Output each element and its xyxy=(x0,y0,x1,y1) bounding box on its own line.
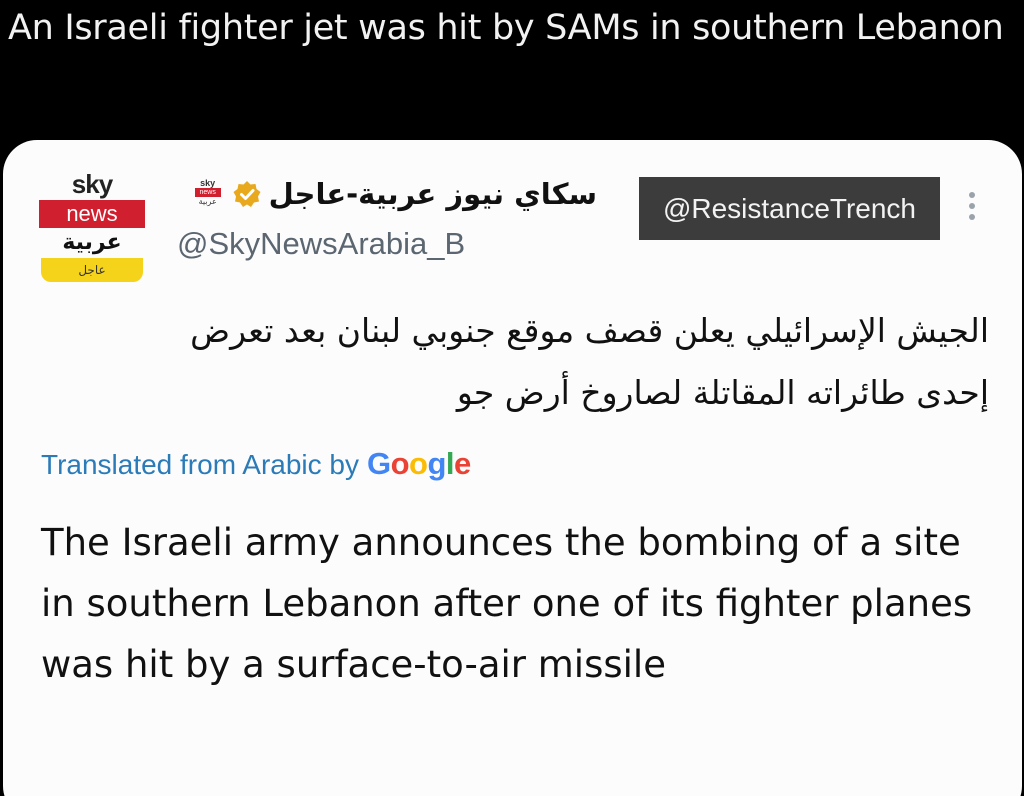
translated-label[interactable]: Translated from Arabic by xyxy=(41,449,359,481)
avatar-breaking-text: عاجل xyxy=(41,258,143,282)
affiliate-badge-icon: sky news عربية xyxy=(191,178,225,210)
google-letter: o xyxy=(409,446,428,481)
author-name-row[interactable]: sky news عربية سكاي نيوز عربية-عاجل xyxy=(191,174,597,214)
avatar-arabia-text: عربية xyxy=(62,230,122,255)
affiliate-badge-sky: sky xyxy=(200,178,216,188)
google-letter: o xyxy=(390,446,410,481)
author-handle[interactable]: @SkyNewsArabia_B xyxy=(177,224,465,264)
tweet-translated-text: The Israeli army announces the bombing o… xyxy=(41,521,973,686)
google-letter: e xyxy=(454,446,471,481)
google-letter: l xyxy=(445,446,455,481)
google-letter: g xyxy=(427,446,446,481)
more-options-icon[interactable] xyxy=(962,192,982,232)
affiliate-badge-news: news xyxy=(194,188,221,197)
tweet-original-text: الجيش الإسرائيلي يعلن قصف موقع جنوبي لبن… xyxy=(190,311,989,412)
verified-badge-icon xyxy=(233,180,261,208)
google-letter: G xyxy=(366,446,391,481)
post-caption: An Israeli fighter jet was hit by SAMs i… xyxy=(8,8,1004,48)
avatar[interactable]: sky news عربية عاجل xyxy=(39,169,145,282)
avatar-news-text: news xyxy=(39,200,145,228)
tweet-card[interactable]: sky news عربية عاجل sky news عربية سكاي … xyxy=(3,140,1022,796)
translation-attribution[interactable]: Translated from Arabic by Google xyxy=(41,446,471,482)
affiliate-badge-arabia: عربية xyxy=(198,197,217,206)
google-logo: Google xyxy=(367,446,471,482)
watermark-label: @ResistanceTrench xyxy=(639,177,940,240)
avatar-sky-text: sky xyxy=(71,169,113,199)
author-display-name[interactable]: سكاي نيوز عربية-عاجل xyxy=(269,174,597,214)
